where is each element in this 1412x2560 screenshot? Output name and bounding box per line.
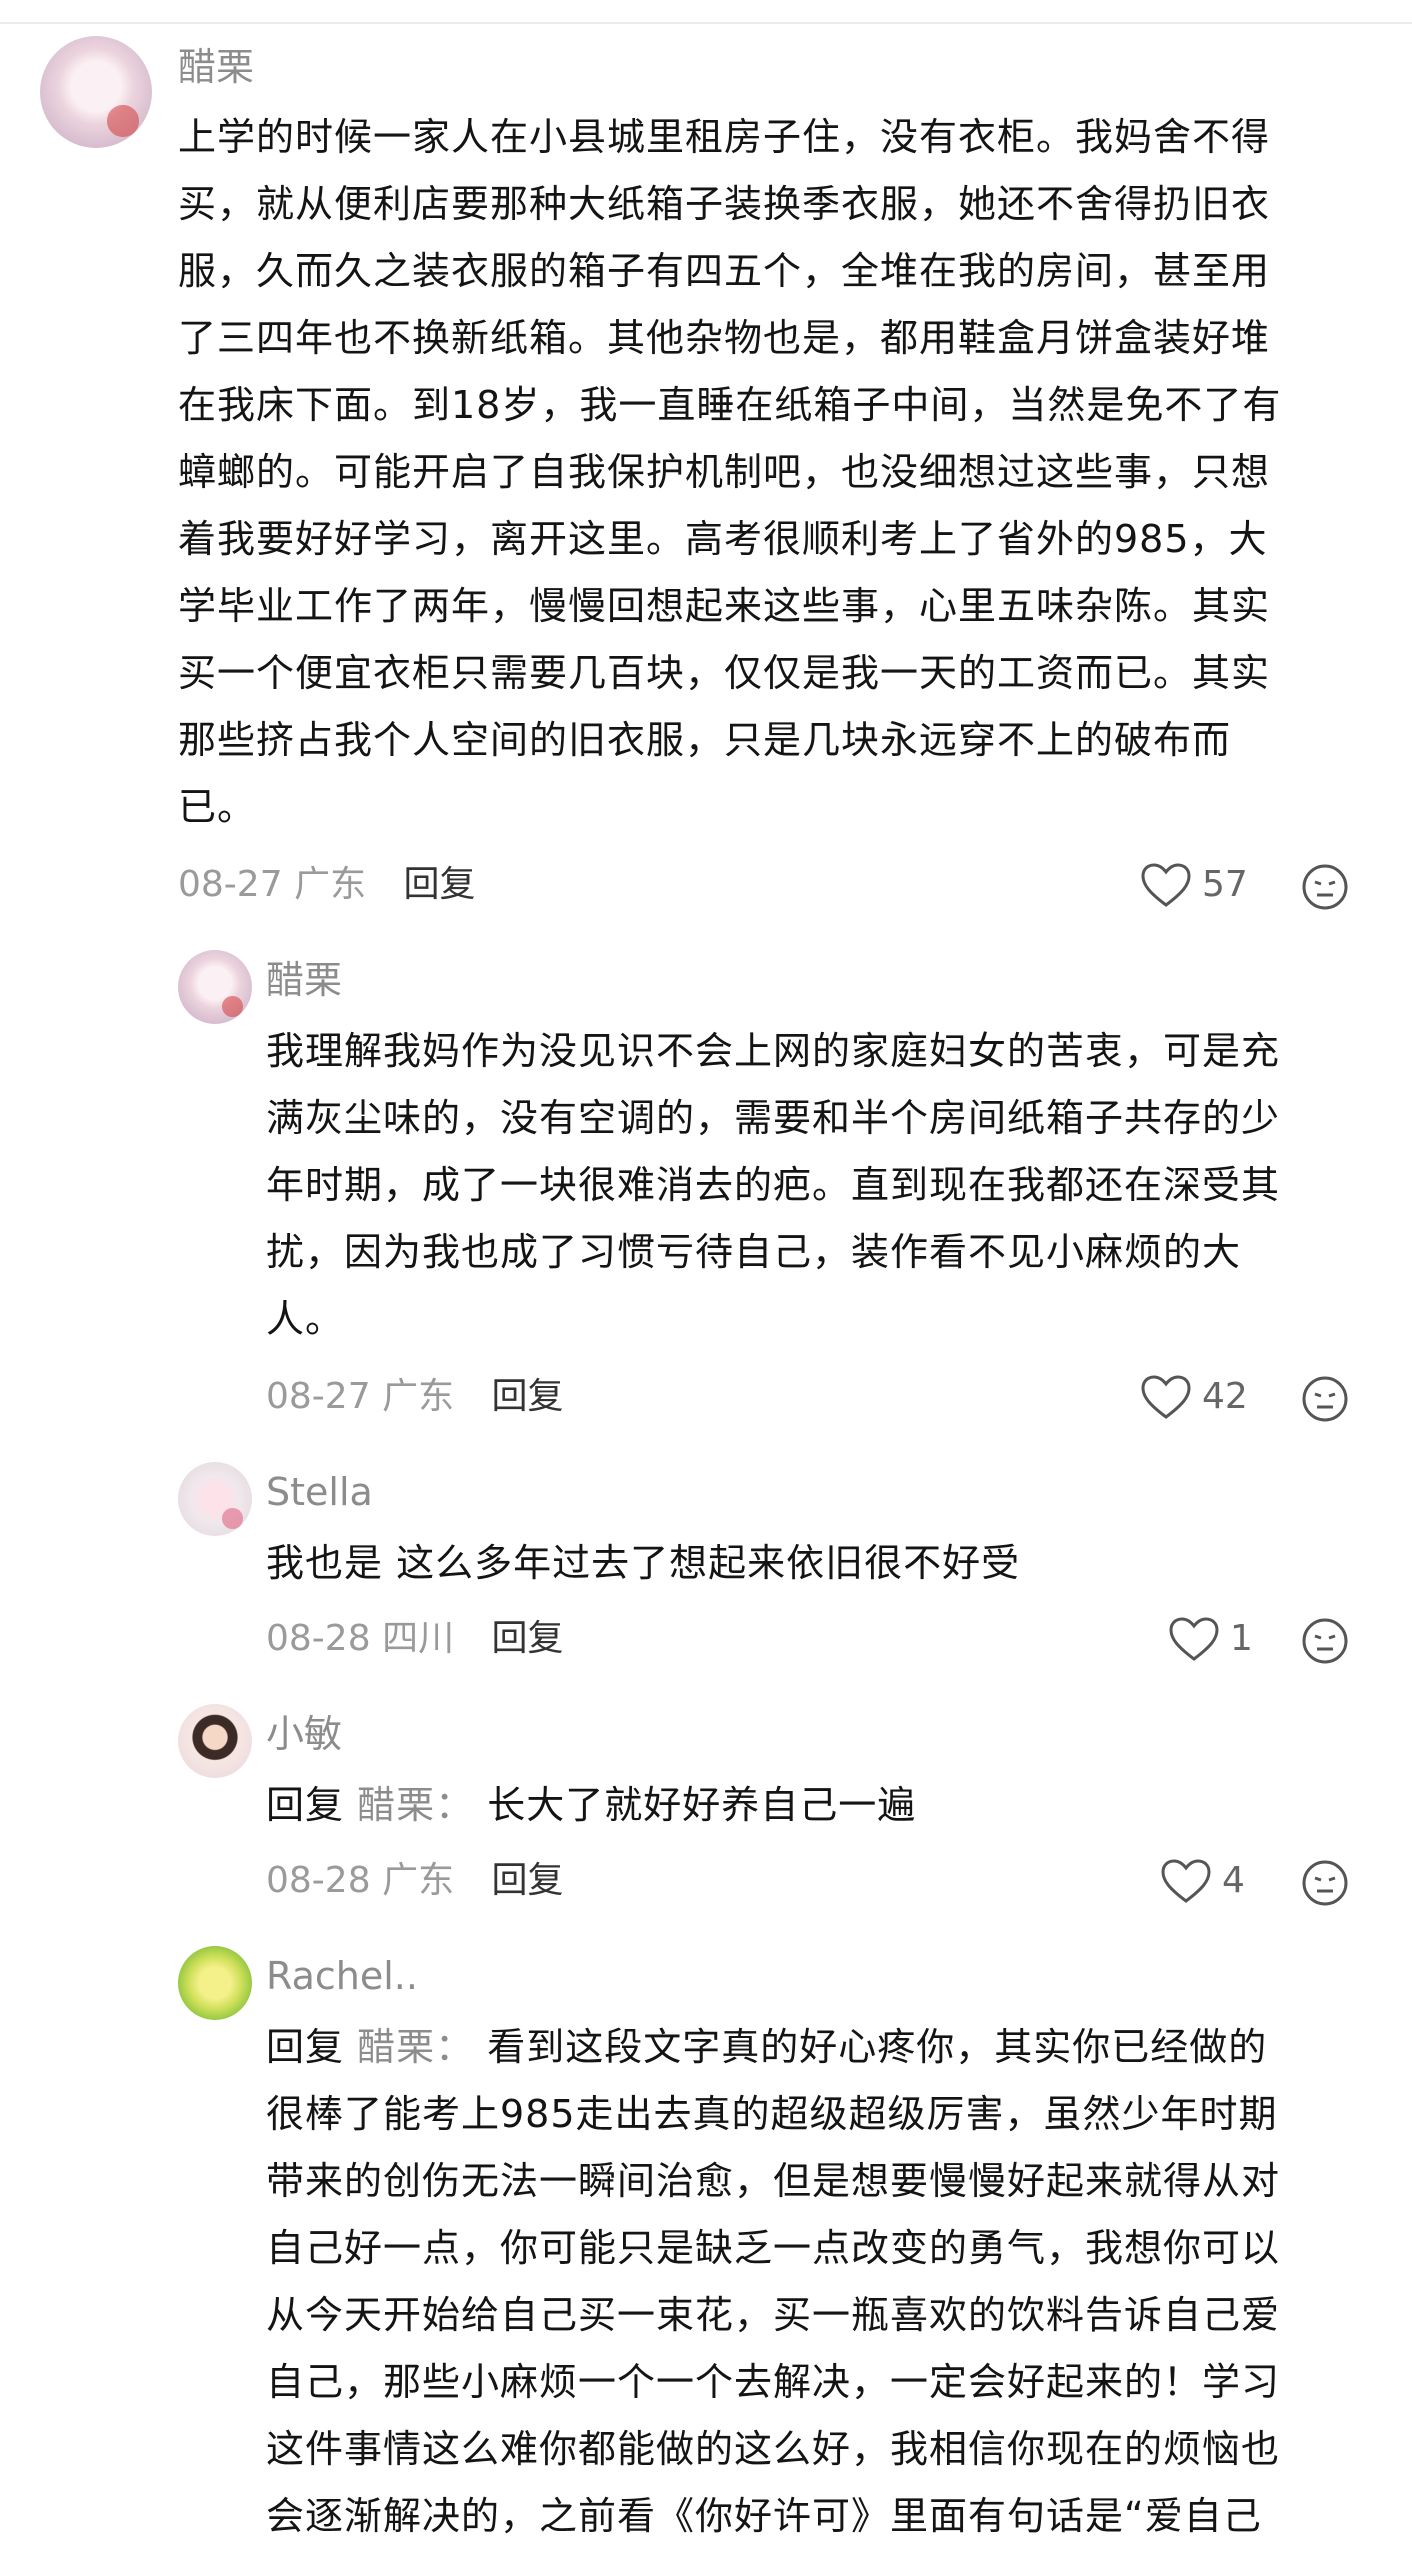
like-count: 42 — [1202, 1376, 1248, 1417]
like-button[interactable]: 1 — [1168, 1614, 1253, 1664]
heart-icon — [1169, 1617, 1219, 1661]
like-button[interactable]: 57 — [1140, 860, 1248, 910]
username[interactable]: 小敏 — [266, 1709, 342, 1759]
username[interactable]: 醋栗 — [266, 955, 342, 1005]
heart-icon — [1161, 1859, 1211, 1903]
reply-button[interactable]: 回复 — [404, 864, 476, 905]
emoji-reaction-icon[interactable] — [1300, 862, 1350, 912]
reply-prefix: 回复 — [266, 1783, 345, 1827]
comment-date: 08-27 — [266, 1376, 371, 1417]
top-divider — [0, 22, 1412, 24]
reply-target[interactable]: 醋栗： — [357, 2025, 474, 2069]
comment-text: 回复 醋栗： 长大了就好好养自己一遍 — [266, 1783, 917, 1827]
comment-location: 广东 — [382, 1860, 455, 1901]
reply-target[interactable]: 醋栗： — [357, 1783, 474, 1827]
reply-button[interactable]: 回复 — [492, 1618, 564, 1659]
comment-date: 08-28 — [266, 1860, 371, 1901]
comment-meta: 08-27 广东 回复 — [266, 1372, 564, 1422]
avatar[interactable] — [178, 950, 252, 1024]
reply-button[interactable]: 回复 — [492, 1376, 564, 1417]
avatar[interactable] — [178, 1462, 252, 1536]
avatar[interactable] — [40, 36, 152, 148]
avatar[interactable] — [178, 1946, 252, 2020]
comment-meta: 08-28 四川 回复 — [266, 1614, 564, 1664]
comment-location: 广东 — [294, 864, 367, 905]
username[interactable]: 醋栗 — [178, 42, 254, 92]
emoji-reaction-icon[interactable] — [1300, 1374, 1350, 1424]
comment-text: 我也是 这么多年过去了想起来依旧很不好受 — [266, 1541, 1021, 1585]
like-button[interactable]: 42 — [1140, 1372, 1248, 1422]
reply-prefix: 回复 — [266, 2025, 345, 2069]
comment-date: 08-27 — [178, 864, 283, 905]
username[interactable]: Rachel.. — [266, 1951, 418, 2001]
like-count: 1 — [1230, 1618, 1253, 1659]
heart-icon — [1141, 1375, 1191, 1419]
heart-icon — [1141, 863, 1191, 907]
reply-button[interactable]: 回复 — [492, 1860, 564, 1901]
comment-location: 四川 — [382, 1618, 455, 1659]
like-button[interactable]: 4 — [1160, 1856, 1245, 1906]
username[interactable]: Stella — [266, 1467, 373, 1517]
emoji-reaction-icon[interactable] — [1300, 1858, 1350, 1908]
comment-text: 上学的时候一家人在小县城里租房子住，没有衣柜。我妈舍不得 买，就从便利店要那种大… — [178, 115, 1282, 829]
comment-location: 广东 — [382, 1376, 455, 1417]
like-count: 57 — [1202, 864, 1248, 905]
emoji-reaction-icon[interactable] — [1300, 1616, 1350, 1666]
avatar[interactable] — [178, 1704, 252, 1778]
comment-date: 08-28 — [266, 1618, 371, 1659]
comment-text: 我理解我妈作为没见识不会上网的家庭妇女的苦衷，可是充 满灰尘味的，没有空调的，需… — [266, 1029, 1281, 1341]
comment-meta: 08-27 广东 回复 — [178, 860, 476, 910]
comment-text: 回复 醋栗： 看到这段文字真的好心疼你，其实你已经做的 很棒了能考上985走出去… — [266, 2025, 1281, 2538]
like-count: 4 — [1222, 1860, 1245, 1901]
comment-meta: 08-28 广东 回复 — [266, 1856, 564, 1906]
